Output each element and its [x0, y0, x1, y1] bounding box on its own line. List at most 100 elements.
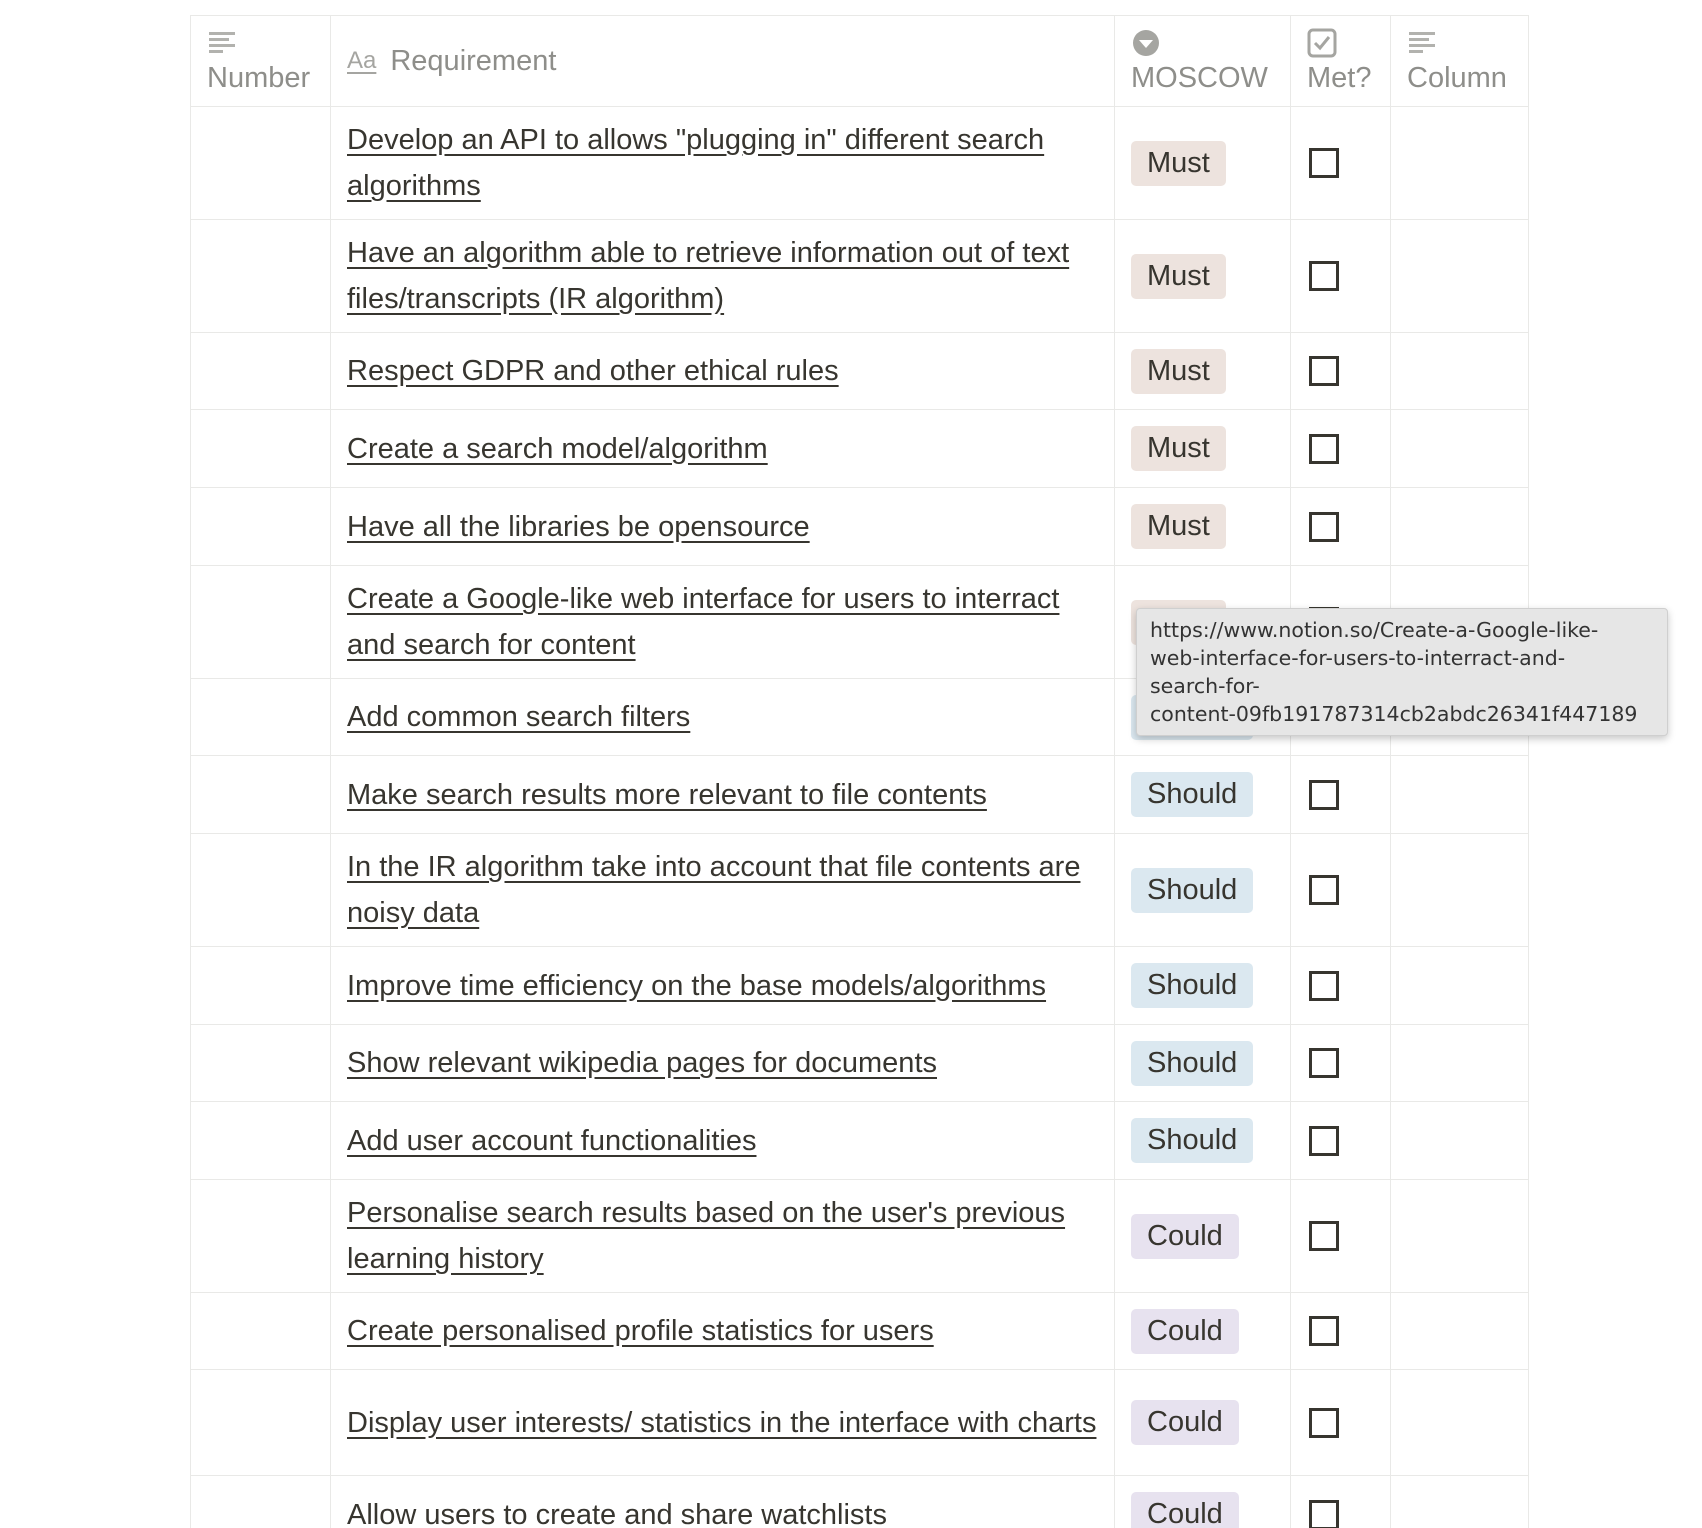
column-cell[interactable] — [1390, 1292, 1529, 1370]
column-header-requirement[interactable]: Aa Requirement — [330, 15, 1115, 107]
requirement-page-link[interactable]: Show relevant wikipedia pages for docume… — [347, 1047, 937, 1079]
number-cell[interactable] — [190, 1475, 331, 1528]
number-cell[interactable] — [190, 755, 331, 834]
met-checkbox[interactable] — [1309, 261, 1339, 291]
number-cell[interactable] — [190, 1101, 331, 1180]
number-cell[interactable] — [190, 487, 331, 566]
requirement-page-link[interactable]: Add common search filters — [347, 701, 690, 733]
moscow-cell[interactable]: Could — [1114, 1475, 1291, 1528]
met-checkbox[interactable] — [1309, 1407, 1339, 1438]
met-checkbox[interactable] — [1309, 148, 1339, 178]
moscow-cell[interactable]: Must — [1114, 332, 1291, 410]
requirement-page-link[interactable]: Make search results more relevant to fil… — [347, 779, 987, 811]
met-cell — [1290, 946, 1391, 1025]
met-checkbox[interactable] — [1309, 779, 1339, 810]
column-cell[interactable] — [1390, 487, 1529, 566]
column-header-moscow[interactable]: MOSCOW — [1114, 15, 1291, 107]
moscow-tag[interactable]: Should — [1131, 1040, 1254, 1086]
column-cell[interactable] — [1390, 1179, 1529, 1293]
table-row: In the IR algorithm take into account th… — [190, 833, 1529, 947]
requirement-page-link[interactable]: Create a search model/algorithm — [347, 433, 768, 465]
moscow-cell[interactable]: Must — [1114, 487, 1291, 566]
table-row: Show relevant wikipedia pages for docume… — [190, 1024, 1529, 1102]
moscow-tag[interactable]: Must — [1131, 253, 1226, 299]
column-cell[interactable] — [1390, 1024, 1529, 1102]
moscow-cell[interactable]: Should — [1114, 946, 1291, 1025]
moscow-tag[interactable]: Must — [1131, 504, 1226, 549]
met-checkbox[interactable] — [1309, 1221, 1339, 1251]
column-cell[interactable] — [1390, 1101, 1529, 1180]
requirement-page-link[interactable]: Personalise search results based on the … — [347, 1197, 1065, 1275]
moscow-tag[interactable]: Should — [1131, 867, 1254, 913]
number-cell[interactable] — [190, 678, 331, 756]
requirement-page-link[interactable]: Create a Google-like web interface for u… — [347, 583, 1059, 661]
column-cell[interactable] — [1390, 755, 1529, 834]
met-cell — [1290, 1369, 1391, 1476]
number-cell[interactable] — [190, 946, 331, 1025]
requirement-page-link[interactable]: Add user account functionalities — [347, 1125, 756, 1157]
moscow-cell[interactable]: Should — [1114, 833, 1291, 947]
requirement-page-link[interactable]: Respect GDPR and other ethical rules — [347, 355, 839, 387]
tooltip-line: web-interface-for-users-to-interract-and… — [1150, 646, 1566, 670]
moscow-tag[interactable]: Must — [1131, 140, 1226, 186]
moscow-tag[interactable]: Should — [1131, 772, 1254, 817]
met-checkbox[interactable] — [1309, 433, 1339, 464]
met-checkbox[interactable] — [1309, 875, 1339, 905]
moscow-tag[interactable]: Could — [1131, 1400, 1239, 1445]
moscow-cell[interactable]: Must — [1114, 409, 1291, 488]
requirement-page-link[interactable]: In the IR algorithm take into account th… — [347, 851, 1080, 929]
moscow-tag[interactable]: Must — [1131, 426, 1226, 471]
column-cell[interactable] — [1390, 106, 1529, 220]
met-checkbox[interactable] — [1309, 1499, 1339, 1528]
met-checkbox[interactable] — [1309, 511, 1339, 542]
moscow-cell[interactable]: Could — [1114, 1369, 1291, 1476]
met-checkbox[interactable] — [1309, 1125, 1339, 1156]
requirement-page-link[interactable]: Have an algorithm able to retrieve infor… — [347, 237, 1069, 315]
requirement-page-link[interactable]: Have all the libraries be opensource — [347, 511, 810, 543]
number-cell[interactable] — [190, 106, 331, 220]
number-cell[interactable] — [190, 565, 331, 679]
moscow-cell[interactable]: Could — [1114, 1179, 1291, 1293]
met-checkbox[interactable] — [1309, 1316, 1339, 1346]
column-cell[interactable] — [1390, 1369, 1529, 1476]
column-cell[interactable] — [1390, 833, 1529, 947]
met-checkbox[interactable] — [1309, 970, 1339, 1001]
number-cell[interactable] — [190, 1292, 331, 1370]
number-cell[interactable] — [190, 1369, 331, 1476]
number-cell[interactable] — [190, 833, 331, 947]
moscow-cell[interactable]: Should — [1114, 755, 1291, 834]
column-cell[interactable] — [1390, 1475, 1529, 1528]
number-cell[interactable] — [190, 332, 331, 410]
requirement-page-link[interactable]: Allow users to create and share watchlis… — [347, 1499, 887, 1528]
number-cell[interactable] — [190, 1179, 331, 1293]
moscow-cell[interactable]: Must — [1114, 219, 1291, 333]
met-checkbox[interactable] — [1309, 1048, 1339, 1078]
moscow-tag[interactable]: Should — [1131, 1118, 1254, 1163]
requirement-page-link[interactable]: Display user interests/ statistics in th… — [347, 1407, 1096, 1439]
moscow-tag[interactable]: Could — [1131, 1308, 1239, 1354]
moscow-cell[interactable]: Could — [1114, 1292, 1291, 1370]
requirement-page-link[interactable]: Create personalised profile statistics f… — [347, 1315, 934, 1347]
met-cell — [1290, 755, 1391, 834]
moscow-cell[interactable]: Should — [1114, 1024, 1291, 1102]
column-header-column[interactable]: Column — [1390, 15, 1529, 107]
requirement-page-link[interactable]: Improve time efficiency on the base mode… — [347, 970, 1046, 1002]
moscow-cell[interactable]: Should — [1114, 1101, 1291, 1180]
column-header-met[interactable]: Met? — [1290, 15, 1391, 107]
moscow-tag[interactable]: Should — [1131, 963, 1254, 1008]
met-checkbox[interactable] — [1309, 356, 1339, 386]
moscow-tag[interactable]: Could — [1131, 1213, 1239, 1259]
column-cell[interactable] — [1390, 409, 1529, 488]
column-cell[interactable] — [1390, 332, 1529, 410]
number-cell[interactable] — [190, 409, 331, 488]
number-cell[interactable] — [190, 219, 331, 333]
moscow-cell[interactable]: Must — [1114, 106, 1291, 220]
requirement-page-link[interactable]: Develop an API to allows "plugging in" d… — [347, 124, 1044, 202]
moscow-tag[interactable]: Must — [1131, 348, 1226, 394]
number-cell[interactable] — [190, 1024, 331, 1102]
moscow-tag[interactable]: Could — [1131, 1492, 1239, 1528]
column-header-number[interactable]: Number — [190, 15, 331, 107]
table-body: Develop an API to allows "plugging in" d… — [190, 106, 1529, 1528]
column-cell[interactable] — [1390, 946, 1529, 1025]
column-cell[interactable] — [1390, 219, 1529, 333]
